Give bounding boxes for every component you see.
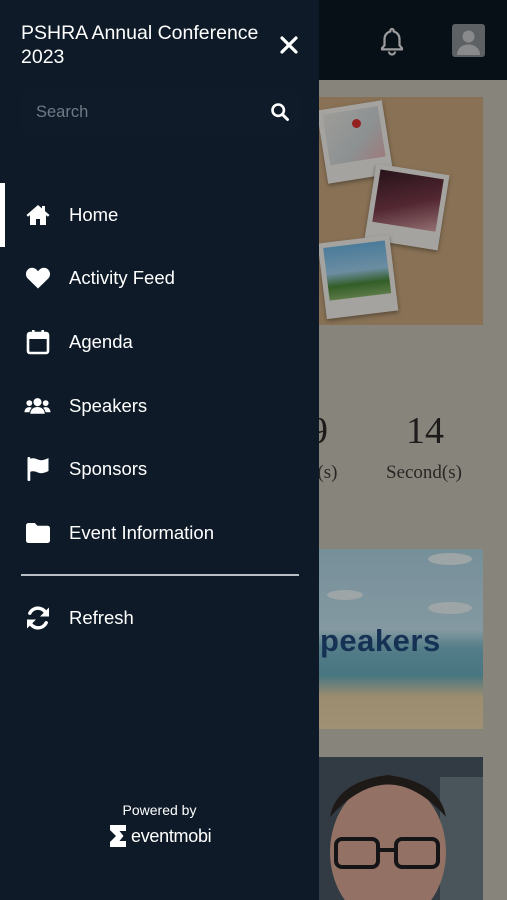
search-input[interactable] — [36, 101, 256, 123]
nav-item-label: Speakers — [69, 394, 148, 416]
nav-item-event-information[interactable]: Event Information — [0, 501, 319, 565]
refresh-label: Refresh — [69, 606, 134, 628]
refresh-icon — [24, 604, 51, 631]
nav-item-label: Home — [69, 203, 119, 225]
folder-icon — [24, 519, 51, 546]
brand-name: eventmobi — [131, 825, 212, 846]
flag-icon — [24, 456, 51, 483]
nav-item-label: Sponsors — [69, 458, 148, 480]
home-icon — [24, 201, 51, 228]
nav-item-agenda[interactable]: Agenda — [0, 310, 319, 374]
search-bar — [22, 90, 302, 134]
eventmobi-logo: eventmobi — [108, 823, 212, 849]
drawer-nav: Home Activity Feed Agenda Speakers Spons… — [0, 183, 319, 565]
nav-item-home[interactable]: Home — [0, 183, 319, 247]
search-icon[interactable] — [270, 102, 290, 122]
drawer-title: PSHRA Annual Conference 2023 — [21, 22, 259, 68]
navigation-drawer: PSHRA Annual Conference 2023 Home A — [0, 0, 319, 900]
calendar-icon — [24, 328, 51, 355]
eventmobi-logo-icon — [110, 825, 126, 847]
nav-item-label: Activity Feed — [69, 267, 175, 289]
drawer-divider — [21, 574, 299, 576]
nav-item-activity-feed[interactable]: Activity Feed — [0, 247, 319, 311]
nav-item-sponsors[interactable]: Sponsors — [0, 437, 319, 501]
heart-icon — [24, 265, 51, 292]
users-icon — [24, 392, 51, 419]
nav-item-label: Agenda — [69, 330, 133, 352]
nav-item-speakers[interactable]: Speakers — [0, 374, 319, 438]
powered-by-text: Powered by — [122, 802, 197, 818]
refresh-button[interactable]: Refresh — [0, 586, 319, 649]
nav-item-label: Event Information — [69, 521, 214, 543]
close-icon[interactable] — [276, 32, 302, 58]
